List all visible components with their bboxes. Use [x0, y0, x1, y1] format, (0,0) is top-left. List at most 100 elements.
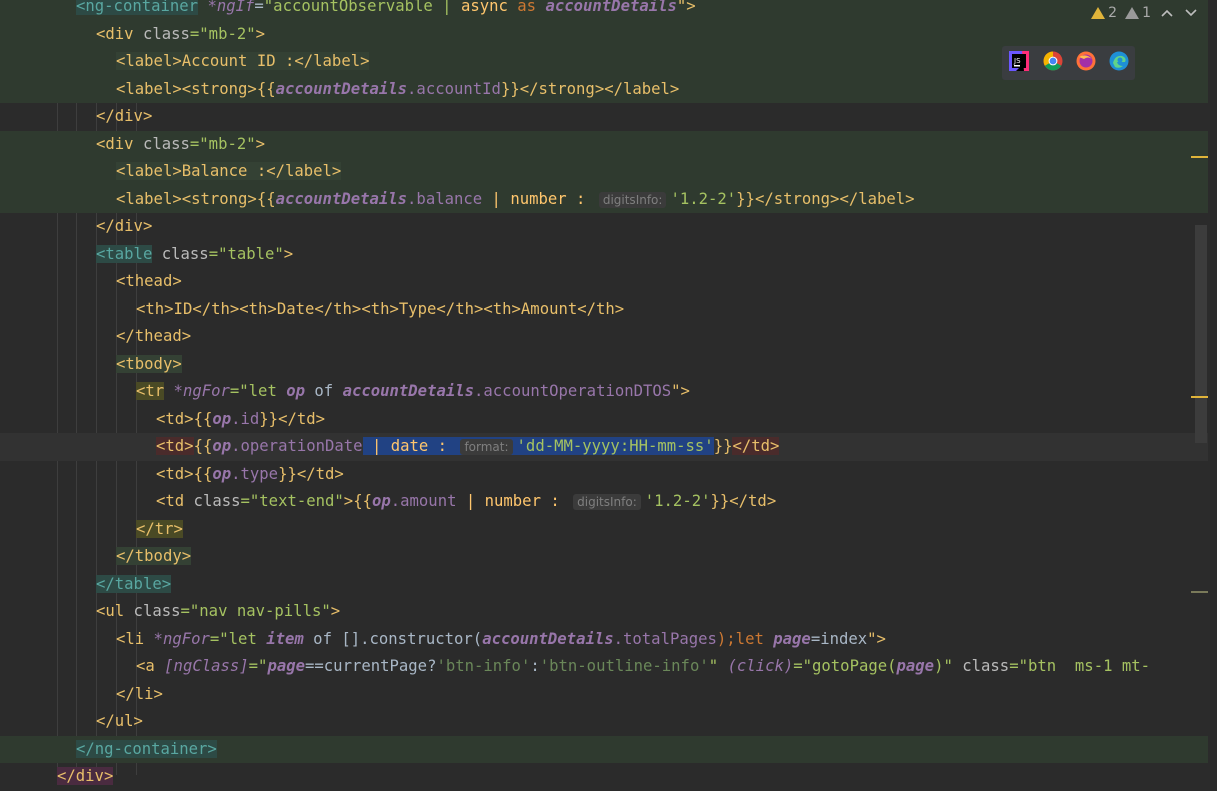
tag-token: ">	[676, 0, 696, 15]
previous-highlight-button[interactable]	[1159, 6, 1175, 21]
code-line[interactable]: </ng-container>	[0, 735, 1208, 763]
weak-warnings-indicator[interactable]: 1	[1125, 5, 1151, 21]
tag-token: <ul	[96, 602, 125, 620]
string-token: ="	[248, 657, 268, 675]
webstorm-icon[interactable]: JS	[1008, 50, 1030, 76]
code-line[interactable]: <a [ngClass]="page==currentPage?'btn-inf…	[0, 653, 1208, 681]
brace-token: }}	[500, 79, 520, 98]
string-token: "accountObservable |	[263, 0, 461, 15]
tag-token: <div	[96, 134, 134, 153]
property-token: .accountOperationDTOS	[474, 382, 672, 400]
attr-token: class	[152, 244, 209, 263]
weak-warning-icon	[1125, 7, 1140, 19]
tag-token: </ng-container>	[76, 739, 217, 758]
code-line[interactable]: <td>{{op.id}}</td>	[0, 406, 1208, 434]
variable-token: page	[267, 657, 306, 675]
tag-token: </td>	[729, 492, 777, 510]
keyword-token: of	[305, 382, 343, 400]
variable-token: accountDetails	[275, 189, 408, 208]
warning-stripe-marker[interactable]	[1191, 156, 1208, 158]
warnings-count: 2	[1108, 5, 1118, 21]
inspection-widget[interactable]: 2 1	[1091, 2, 1199, 24]
tag-token: </div>	[96, 107, 153, 125]
firefox-icon[interactable]	[1076, 51, 1096, 75]
tag-token: <td	[156, 492, 185, 510]
code-token: :	[530, 657, 540, 675]
code-line[interactable]: <div class="mb-2">	[0, 20, 1208, 48]
code-line[interactable]: <ng-container *ngIf="accountObservable |…	[0, 0, 1208, 21]
weak-warnings-count: 1	[1142, 5, 1151, 21]
pipe-token: async	[460, 0, 508, 15]
code-line[interactable]: <th>ID</th><th>Date</th><th>Type</th><th…	[0, 296, 1208, 324]
tag-token: </table>	[96, 574, 172, 593]
code-line[interactable]: <label><strong>{{accountDetails.balance …	[0, 185, 1208, 213]
chevron-down-icon	[1185, 8, 1197, 16]
directive-token: [ngClass]	[154, 657, 249, 675]
tag-token: <label><strong>	[116, 79, 257, 98]
tag-token: <thead>	[116, 272, 182, 290]
tag-token: </tr>	[136, 519, 183, 538]
tag-token: </tbody>	[116, 547, 192, 565]
keyword-token: as	[507, 0, 546, 15]
browser-popup: JS	[1002, 46, 1135, 80]
vertical-scrollbar[interactable]	[1195, 225, 1207, 443]
code-line[interactable]: </table>	[0, 571, 1208, 599]
code-line[interactable]: <td class="text-end">{{op.amount | numbe…	[0, 488, 1208, 516]
code-token: of [].constructor(	[303, 629, 483, 648]
code-line[interactable]: <ul class="nav nav-pills">	[0, 598, 1208, 626]
code-line[interactable]: <label>Balance :</label>	[0, 158, 1208, 186]
warnings-indicator[interactable]: 2	[1091, 5, 1117, 21]
tag-token: <td>	[156, 409, 194, 428]
variable-token: item	[266, 629, 304, 648]
tag-token: <tbody>	[116, 354, 182, 373]
tag-token: </strong></label>	[519, 79, 680, 98]
property-token: .type	[231, 464, 279, 483]
brace-token: {{	[256, 189, 276, 208]
param-hint: digitsInfo:	[573, 494, 641, 510]
tag-token: </td>	[732, 437, 780, 455]
property-token: .balance	[407, 189, 483, 208]
string-token: ="mb-2"	[189, 24, 256, 43]
pipe-token: | number :	[456, 492, 570, 510]
code-line[interactable]: <thead>	[0, 268, 1208, 296]
weak-warning-stripe-marker[interactable]	[1191, 591, 1208, 593]
tag-token: </li>	[116, 684, 163, 703]
brace-token: }}	[259, 409, 279, 428]
warning-stripe-marker[interactable]	[1191, 396, 1208, 398]
code-line[interactable]: <li *ngFor="let item of [].constructor(a…	[0, 626, 1208, 654]
code-line[interactable]: </div>	[0, 103, 1208, 131]
brace-token: }}	[736, 189, 755, 208]
code-line[interactable]: <div class="mb-2">	[0, 130, 1208, 158]
code-editor[interactable]: <ng-container *ngIf="accountObservable |…	[0, 0, 1217, 785]
chrome-icon[interactable]	[1043, 51, 1063, 75]
attr-token: class	[952, 657, 1010, 675]
code-line[interactable]: <tbody>	[0, 351, 1208, 379]
code-line[interactable]: </div>	[0, 763, 1208, 791]
tag-token: >	[330, 602, 341, 620]
string-token: ="text-end"	[240, 492, 344, 510]
variable-token: op	[371, 492, 391, 510]
directive-token: *ngFor	[164, 382, 230, 400]
code-line[interactable]: </div>	[0, 213, 1208, 241]
string-token: ="nav nav-pills"	[180, 602, 331, 620]
tag-token: </strong></label>	[754, 189, 915, 208]
directive-token: *ngIf	[207, 0, 255, 15]
brace-token: }}	[713, 437, 733, 455]
directive-token: *ngFor	[144, 629, 210, 648]
code-line[interactable]: <tr *ngFor="let op of accountDetails.acc…	[0, 378, 1208, 406]
string-token: ="mb-2"	[189, 134, 256, 153]
edge-icon[interactable]	[1109, 51, 1129, 75]
code-line[interactable]: <td>{{op.type}}</td>	[0, 461, 1208, 489]
variable-token: op	[212, 437, 232, 455]
code-line-current[interactable]: <td>{{op.operationDate | date : format: '…	[0, 433, 1208, 461]
next-highlight-button[interactable]	[1183, 6, 1199, 21]
code-line[interactable]: </tbody>	[0, 543, 1208, 571]
code-line[interactable]: </tr>	[0, 516, 1208, 544]
code-line[interactable]: </thead>	[0, 323, 1208, 351]
variable-token: page	[773, 629, 811, 648]
code-line[interactable]: <table class="table">	[0, 241, 1208, 269]
code-line[interactable]: </li>	[0, 681, 1208, 709]
code-line[interactable]: </ul>	[0, 708, 1208, 736]
property-token: .amount	[390, 492, 457, 510]
code-token: =index	[810, 629, 868, 648]
